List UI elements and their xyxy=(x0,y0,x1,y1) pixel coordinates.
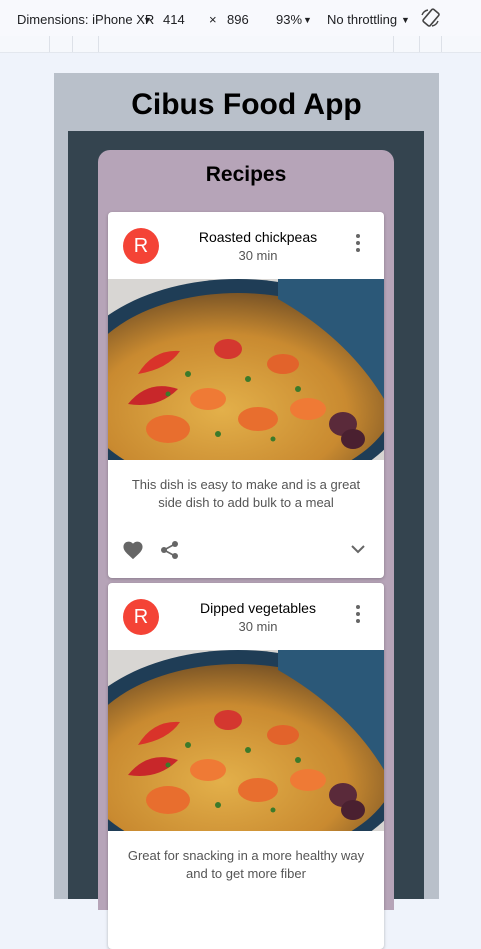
recipe-time: 30 min xyxy=(238,248,278,263)
recipe-time: 30 min xyxy=(238,619,278,634)
devtools-toolbar: Dimensions: iPhone XR ▼ 414 × 896 93% ▼ … xyxy=(0,0,481,37)
avatar: R xyxy=(123,228,159,264)
zoom-dropdown-caret[interactable]: ▼ xyxy=(303,15,312,25)
recipe-image xyxy=(108,279,384,460)
width-input[interactable]: 414 xyxy=(163,12,185,27)
throttling-dropdown-caret[interactable]: ▼ xyxy=(401,15,410,25)
app-title: Cibus Food App xyxy=(131,88,362,121)
recipe-image xyxy=(108,650,384,831)
share-icon[interactable] xyxy=(160,540,180,565)
device-viewport: Cibus Food App Recipes R Roasted chickpe… xyxy=(54,73,439,949)
recipes-panel: Recipes R Roasted chickpeas 30 min This … xyxy=(98,150,394,949)
device-dropdown-caret[interactable]: ▼ xyxy=(143,15,152,25)
recipe-title: Dipped vegetables xyxy=(200,600,316,616)
height-input[interactable]: 896 xyxy=(227,12,249,27)
recipe-title: Roasted chickpeas xyxy=(198,229,318,245)
avatar: R xyxy=(123,599,159,635)
recipe-card: R Dipped vegetables 30 min Great for sna… xyxy=(108,583,384,949)
chevron-down-icon[interactable] xyxy=(349,542,367,561)
recipe-description: This dish is easy to make and is a great… xyxy=(131,477,361,510)
dimension-separator: × xyxy=(209,12,217,27)
rotate-icon[interactable] xyxy=(419,7,441,32)
recipe-card: R Roasted chickpeas 30 min This dish is … xyxy=(108,212,384,578)
device-dropdown[interactable]: Dimensions: iPhone XR xyxy=(17,12,154,27)
recipe-description: Great for snacking in a more healthy way… xyxy=(127,848,365,881)
more-vert-icon[interactable] xyxy=(350,603,366,625)
favorite-icon[interactable] xyxy=(122,540,144,565)
more-vert-icon[interactable] xyxy=(350,232,366,254)
app-body: Recipes R Roasted chickpeas 30 min This … xyxy=(68,131,424,949)
panel-title: Recipes xyxy=(205,163,287,186)
media-query-ruler xyxy=(0,36,481,53)
zoom-dropdown[interactable]: 93% xyxy=(276,12,302,27)
throttling-dropdown[interactable]: No throttling xyxy=(327,12,397,27)
